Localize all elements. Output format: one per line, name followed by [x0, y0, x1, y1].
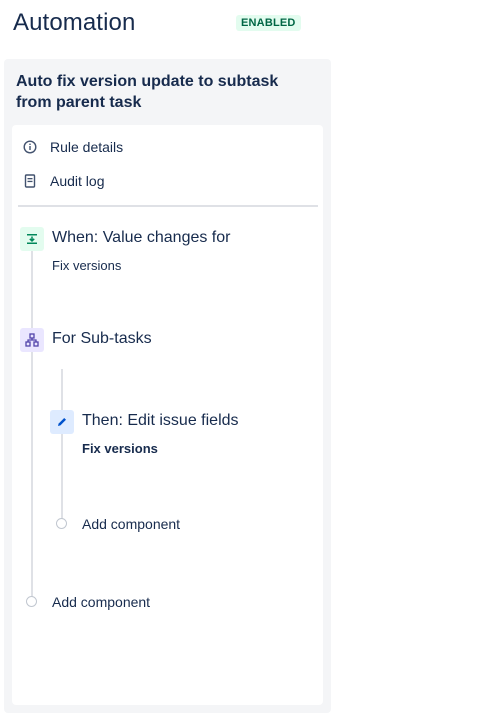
rule-name: Auto fix version update to subtask from … — [16, 73, 279, 111]
branch-title[interactable]: For Sub-tasks — [52, 330, 152, 348]
menu-item-label: Audit log — [50, 173, 105, 189]
divider — [18, 205, 318, 207]
branch-rail — [61, 369, 63, 519]
trigger-icon[interactable] — [20, 227, 44, 251]
rule-panel: Auto fix version update to subtask from … — [4, 59, 331, 713]
action-detail: Fix versions — [82, 441, 158, 456]
main-add-component[interactable]: Add component — [52, 594, 150, 610]
trigger-title[interactable]: When: Value changes for — [52, 229, 230, 247]
audit-log-icon — [22, 173, 38, 189]
menu-item-label: Rule details — [50, 139, 124, 155]
menu-item-audit-log[interactable]: Audit log — [22, 169, 104, 193]
status-badge: ENABLED — [236, 15, 301, 31]
add-component-dot[interactable] — [26, 596, 37, 607]
menu-item-rule-details[interactable]: Rule details — [22, 135, 123, 159]
rule-card: Rule details Audit log When: Value chang… — [12, 125, 323, 705]
pencil-icon[interactable] — [50, 410, 74, 434]
branch-add-component[interactable]: Add component — [82, 516, 180, 532]
branch-icon[interactable] — [20, 328, 44, 352]
add-component-dot[interactable] — [56, 518, 67, 529]
main-rail — [31, 249, 33, 605]
page-title: Automation — [13, 9, 136, 36]
trigger-detail: Fix versions — [52, 258, 122, 273]
info-icon — [22, 139, 38, 155]
action-title[interactable]: Then: Edit issue fields — [82, 412, 239, 430]
